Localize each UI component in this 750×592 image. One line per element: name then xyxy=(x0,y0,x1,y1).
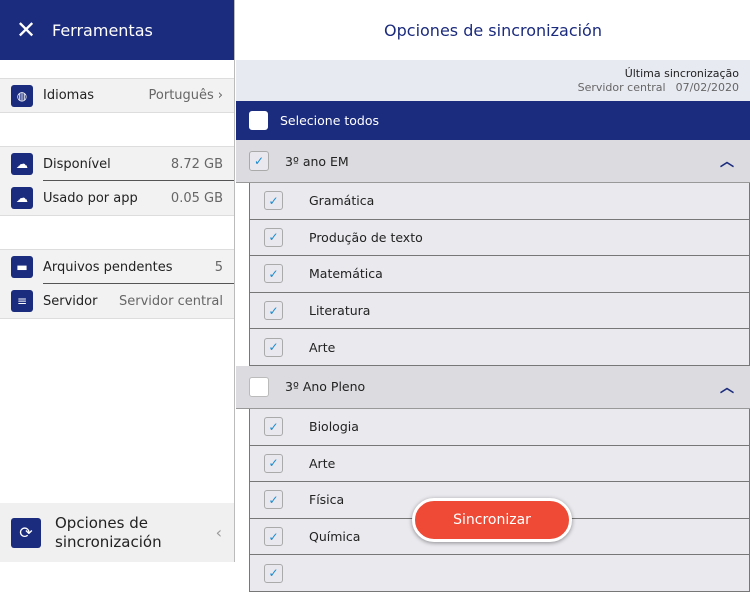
sync-options-label: Opciones de sincronización xyxy=(55,513,162,551)
item-checkbox[interactable]: ✓ xyxy=(264,191,283,211)
last-sync-date: 07/02/2020 xyxy=(675,81,739,94)
chevron-up-icon[interactable]: ︿ xyxy=(720,377,734,397)
item-label: Biologia xyxy=(309,419,359,435)
used-value: 0.05 GB xyxy=(170,190,223,206)
server-value: Servidor central xyxy=(119,293,223,309)
item-label: Arte xyxy=(309,339,336,355)
item-label: Física xyxy=(309,492,345,508)
group-label: 3º Ano Pleno xyxy=(285,379,366,395)
list-item[interactable]: ✓ Gramática xyxy=(249,183,750,220)
group-header[interactable]: 3º Ano Pleno ︿ xyxy=(236,365,750,409)
item-checkbox[interactable]: ✓ xyxy=(264,227,283,247)
item-checkbox[interactable]: ✓ xyxy=(264,417,283,437)
item-checkbox[interactable]: ✓ xyxy=(264,337,283,357)
pending-value: 5 xyxy=(214,259,223,275)
used-label: Usado por app xyxy=(43,190,138,206)
item-checkbox[interactable]: ✓ xyxy=(264,563,283,583)
cloud-check-icon: ☁ xyxy=(11,187,33,209)
globe-icon: ◍ xyxy=(11,84,33,107)
item-checkbox[interactable]: ✓ xyxy=(264,301,283,321)
item-label: Arte xyxy=(309,455,336,471)
page-title: Opciones de sincronización xyxy=(384,20,602,40)
languages-label: Idiomas xyxy=(43,88,95,103)
folder-icon: ▬ xyxy=(11,256,33,278)
available-value: 8.72 GB xyxy=(170,156,223,172)
sync-button[interactable]: Sincronizar xyxy=(412,498,572,542)
last-sync-info: Última sincronização Servidor central 07/… xyxy=(236,60,750,101)
item-label: Gramática xyxy=(309,193,375,209)
list-item[interactable]: ✓ Biologia xyxy=(249,408,750,446)
group-checkbox[interactable]: ✓ xyxy=(249,151,269,171)
list-item[interactable]: ✓ Arte xyxy=(249,329,750,366)
item-checkbox[interactable]: ✓ xyxy=(264,264,283,284)
sidebar-header: ✕ Ferramentas xyxy=(0,0,234,60)
pending-label: Arquivos pendentes xyxy=(43,259,173,275)
item-label: Produção de texto xyxy=(309,229,423,245)
chevron-right-icon: › xyxy=(217,88,223,103)
list-item[interactable]: ✓ Produção de texto xyxy=(249,219,750,257)
group-checkbox[interactable] xyxy=(249,376,269,397)
group-label: 3º ano EM xyxy=(285,153,349,169)
list-item[interactable]: ✓ Literatura xyxy=(249,292,750,330)
list-item[interactable]: ✓ Arte xyxy=(249,445,750,483)
sidebar-item-sync-options[interactable]: ⟳ Opciones de sincronización ‹ xyxy=(0,503,234,562)
chevron-left-icon: ‹ xyxy=(215,523,222,542)
server-label: Servidor xyxy=(43,293,98,309)
sidebar-title: Ferramentas xyxy=(52,20,153,40)
tools-sidebar: ✕ Ferramentas ◍ Idiomas Português › ☁ Di… xyxy=(0,0,235,562)
item-checkbox[interactable]: ✓ xyxy=(264,453,283,473)
languages-value: Português xyxy=(148,88,214,103)
available-label: Disponível xyxy=(43,156,111,172)
item-label: Química xyxy=(309,529,361,545)
chevron-up-icon[interactable]: ︿ xyxy=(720,151,734,171)
database-icon: ≡ xyxy=(11,290,33,312)
last-sync-server: Servidor central xyxy=(577,81,666,94)
cloud-icon: ☁ xyxy=(11,153,33,175)
sync-options-panel: Opciones de sincronización Última sincro… xyxy=(236,0,750,592)
sync-icon: ⟳ xyxy=(11,517,41,548)
list-item[interactable]: ✓ xyxy=(249,555,750,592)
group-header[interactable]: ✓ 3º ano EM ︿ xyxy=(236,140,750,183)
item-checkbox[interactable]: ✓ xyxy=(264,490,283,510)
last-sync-label: Última sincronização xyxy=(624,67,739,80)
close-icon[interactable]: ✕ xyxy=(0,16,52,44)
item-checkbox[interactable]: ✓ xyxy=(264,527,283,547)
select-all-checkbox[interactable] xyxy=(249,111,268,130)
sidebar-item-languages[interactable]: ◍ Idiomas Português › xyxy=(0,78,234,113)
sidebar-item-server[interactable]: ≡ Servidor Servidor central xyxy=(0,284,234,319)
sidebar-item-used: ☁ Usado por app 0.05 GB xyxy=(0,181,234,216)
item-label: Literatura xyxy=(309,303,371,319)
sidebar-item-available: ☁ Disponível 8.72 GB xyxy=(0,146,234,181)
select-all-label: Selecione todos xyxy=(280,113,380,128)
select-all-row[interactable]: Selecione todos xyxy=(236,101,750,140)
list-item[interactable]: ✓ Matemática xyxy=(249,256,750,293)
sidebar-item-pending[interactable]: ▬ Arquivos pendentes 5 xyxy=(0,249,234,284)
item-label: Matemática xyxy=(309,266,383,282)
